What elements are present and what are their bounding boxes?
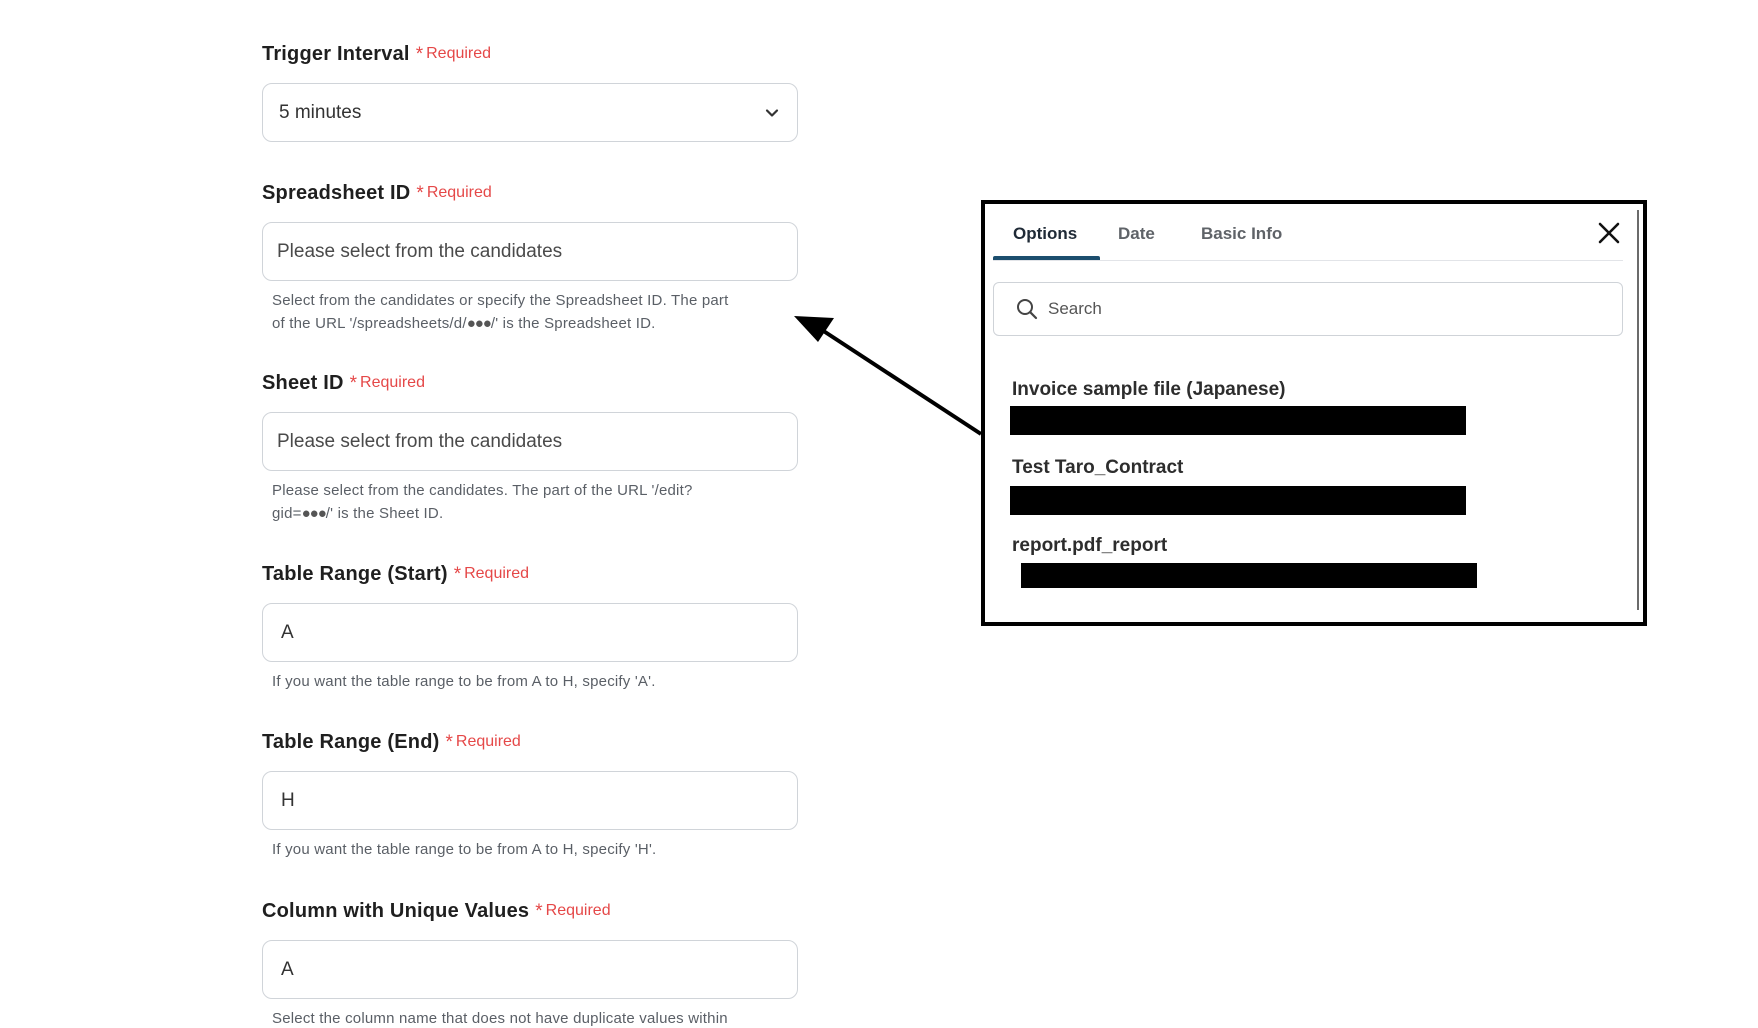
hint-line: gid=●●●/' is the Sheet ID.	[272, 502, 802, 525]
spreadsheet-id-input[interactable]: Please select from the candidates	[262, 222, 798, 281]
tab-options[interactable]: Options	[1013, 224, 1077, 244]
input-placeholder: Please select from the candidates	[277, 430, 563, 452]
hint-text: of the URL '/spreadsheets/d/	[272, 315, 467, 332]
field-table-range-end: Table Range (End) * Required H If you wan…	[262, 729, 798, 858]
redaction-bar	[1010, 486, 1466, 515]
asterisk-icon: *	[445, 731, 453, 753]
candidate-title: Invoice sample file (Japanese)	[1012, 379, 1286, 400]
required-text: Required	[464, 565, 530, 582]
field-hint: Please select from the candidates. The p…	[272, 479, 802, 525]
required-badge: * Required	[350, 374, 425, 393]
search-icon	[1017, 299, 1038, 320]
active-tab-indicator	[993, 256, 1100, 260]
label-row: Trigger Interval * Required	[262, 41, 798, 67]
hint-text: /' is the Sheet ID.	[325, 505, 444, 522]
select-value: 5 minutes	[279, 101, 362, 123]
label-row: Table Range (End) * Required	[262, 729, 798, 755]
field-hint: If you want the table range to be from A…	[272, 673, 656, 690]
trigger-interval-select[interactable]: 5 minutes	[262, 83, 798, 142]
input-placeholder: Please select from the candidates	[277, 240, 563, 262]
redaction-bar	[1010, 406, 1466, 435]
field-sheet-id: Sheet ID * Required Please select from th…	[262, 370, 798, 522]
field-label: Column with Unique Values	[262, 899, 530, 922]
hint-text: /' is the Spreadsheet ID.	[490, 315, 656, 332]
field-hint: Select the column name that does not hav…	[272, 1007, 802, 1028]
hint-text: gid=	[272, 505, 302, 522]
candidate-search-input[interactable]: Search	[993, 282, 1623, 336]
required-badge: * Required	[445, 733, 520, 752]
chevron-down-icon	[765, 108, 779, 117]
field-table-range-start: Table Range (Start) * Required A If you w…	[262, 561, 798, 690]
label-row: Spreadsheet ID * Required	[262, 180, 798, 206]
tab-date[interactable]: Date	[1118, 224, 1155, 244]
redaction-bar	[1021, 563, 1477, 588]
field-label: Spreadsheet ID	[262, 181, 411, 204]
label-row: Sheet ID * Required	[262, 370, 798, 396]
field-hint: If you want the table range to be from A…	[272, 841, 657, 858]
field-unique-column: Column with Unique Values * Required A Se…	[262, 898, 798, 1027]
field-label: Table Range (Start)	[262, 562, 448, 585]
page: Trigger Interval * Required 5 minutes Spr…	[0, 0, 1758, 1028]
asterisk-icon: *	[415, 43, 424, 65]
close-icon[interactable]	[1596, 220, 1622, 246]
input-value: H	[281, 789, 295, 811]
asterisk-icon: *	[349, 372, 358, 394]
sheet-id-input[interactable]: Please select from the candidates	[262, 412, 798, 471]
asterisk-icon: *	[453, 563, 462, 585]
field-label: Trigger Interval	[262, 42, 410, 65]
field-spreadsheet-id: Spreadsheet ID * Required Please select f…	[262, 180, 798, 332]
asterisk-icon: *	[535, 900, 543, 922]
required-text: Required	[426, 184, 492, 201]
candidate-popup: Options Date Basic Info Search Invoice s…	[981, 200, 1647, 626]
candidate-title: Test Taro_Contract	[1012, 457, 1184, 478]
required-text: Required	[545, 902, 611, 919]
required-text: Required	[455, 733, 521, 750]
required-badge: * Required	[416, 45, 491, 64]
input-value: A	[281, 958, 294, 980]
field-hint: Select from the candidates or specify th…	[272, 289, 802, 335]
placeholder-dots: ●●●	[466, 315, 492, 332]
required-badge: * Required	[454, 565, 529, 584]
field-label: Sheet ID	[262, 371, 344, 394]
input-value: A	[281, 621, 294, 643]
required-badge: * Required	[416, 184, 491, 203]
hint-line: Select from the candidates or specify th…	[272, 292, 729, 309]
hint-line: Please select from the candidates. The p…	[272, 482, 693, 499]
candidate-title: report.pdf_report	[1012, 535, 1168, 556]
required-badge: * Required	[535, 902, 610, 921]
unique-column-input[interactable]: A	[262, 940, 798, 999]
table-range-end-input[interactable]: H	[262, 771, 798, 830]
hint-line: Select the column name that does not hav…	[272, 1010, 728, 1027]
asterisk-icon: *	[416, 182, 424, 204]
table-range-start-input[interactable]: A	[262, 603, 798, 662]
tab-basic-info[interactable]: Basic Info	[1201, 224, 1282, 244]
hint-line: of the URL '/spreadsheets/d/●●●/' is the…	[272, 312, 802, 335]
required-text: Required	[360, 374, 425, 391]
required-text: Required	[426, 45, 492, 62]
popup-scrollbar[interactable]	[1637, 210, 1639, 610]
field-label: Table Range (End)	[262, 730, 440, 753]
placeholder-dots: ●●●	[301, 505, 327, 522]
label-row: Table Range (Start) * Required	[262, 561, 798, 587]
search-placeholder: Search	[1048, 299, 1102, 318]
field-trigger-interval: Trigger Interval * Required 5 minutes	[262, 41, 798, 142]
popup-tabs: Options Date Basic Info	[993, 204, 1623, 261]
label-row: Column with Unique Values * Required	[262, 898, 798, 924]
